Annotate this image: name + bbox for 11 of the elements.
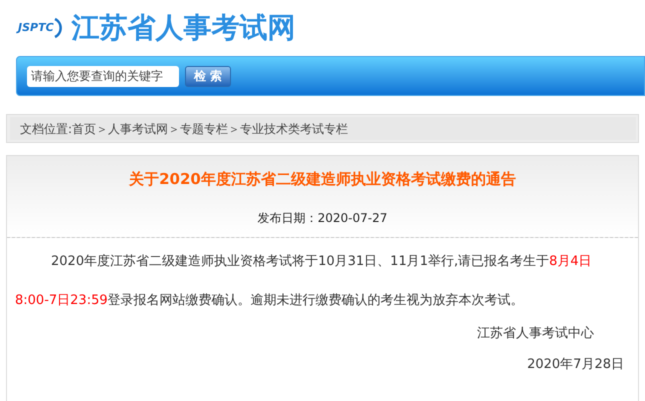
article-paragraph: 2020年度江苏省二级建造师执业资格考试将于10月31日、11月1举行,请已报名考生于8月4日8:00-7日23:59登录报名网站缴费确认。逾期未进行缴费确认的考生视为放弃本次考试。 bbox=[14, 252, 593, 310]
publish-date: 发布日期：2020-07-27 bbox=[258, 210, 388, 226]
site-title: 江苏省人事考试网 bbox=[72, 14, 296, 42]
search-button[interactable]: 检 索 bbox=[185, 66, 232, 86]
search-field[interactable]: 请输入您要查询的关键字 bbox=[27, 66, 179, 86]
breadcrumb: 文档位置:首页＞人事考试网＞专题专栏＞专业技术类考试专栏 bbox=[20, 120, 348, 138]
arc-icon bbox=[54, 17, 64, 39]
signature: 江苏省人事考试中心 bbox=[477, 324, 594, 342]
article-title: 关于2020年度江苏省二级建造师执业资格考试缴费的通告 bbox=[129, 169, 516, 190]
notice-date: 2020年7月28日 bbox=[527, 356, 624, 374]
logo-mark: JSPTC bbox=[18, 17, 64, 39]
